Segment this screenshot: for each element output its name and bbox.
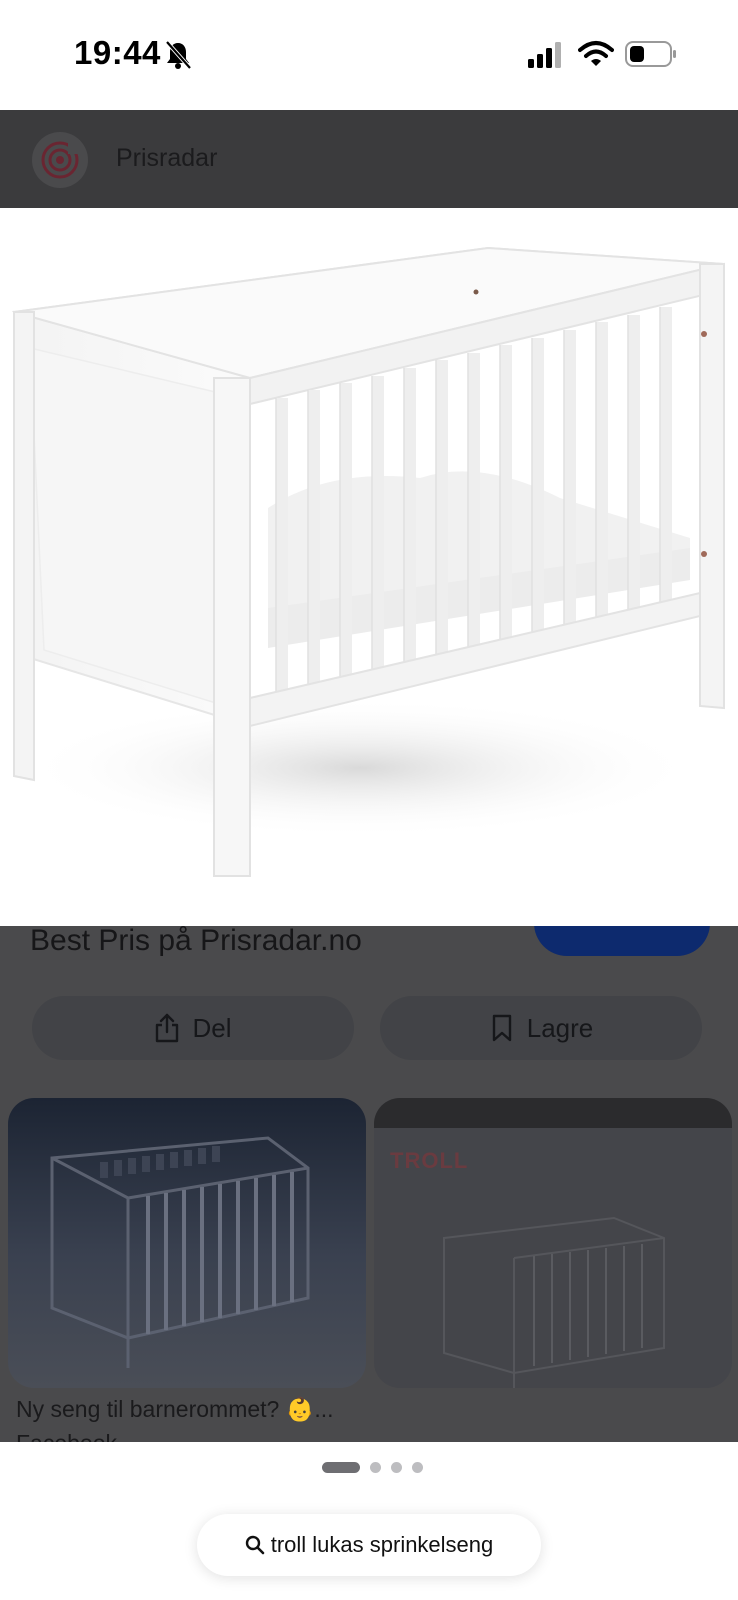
bookmark-icon — [492, 1014, 511, 1042]
site-name[interactable]: Prisradar — [116, 144, 217, 173]
page-dot[interactable] — [370, 1462, 381, 1473]
share-button-label: Del — [192, 1012, 232, 1043]
cellular-signal-icon — [528, 42, 561, 68]
crib-image — [443, 1216, 665, 1388]
save-button[interactable]: Lagre — [380, 996, 702, 1060]
bottom-bar: troll lukas sprinkelseng — [0, 1442, 738, 1600]
site-header: Prisradar — [0, 110, 738, 208]
result-thumbnail[interactable]: TROLL — [374, 1098, 732, 1388]
page-indicator[interactable] — [322, 1462, 423, 1473]
result-title[interactable]: Best Pris på Prisradar.no — [30, 924, 362, 958]
radar-icon — [32, 132, 88, 188]
result-caption[interactable]: Ny seng til barnerommet? 👶... — [16, 1396, 334, 1423]
bell-slash-icon — [165, 40, 192, 70]
share-icon — [156, 1013, 179, 1043]
page-dot[interactable] — [322, 1462, 360, 1473]
status-time: 19:44 — [74, 34, 161, 71]
search-query: troll lukas sprinkelseng — [270, 1532, 494, 1557]
save-button-label: Lagre — [526, 1012, 594, 1043]
product-image[interactable] — [0, 208, 738, 926]
search-pill[interactable]: troll lukas sprinkelseng — [197, 1514, 541, 1576]
crib-image — [50, 1136, 310, 1368]
page-dot[interactable] — [412, 1462, 423, 1473]
status-bar: 19:44 — [0, 0, 738, 110]
battery-icon — [625, 41, 676, 67]
share-button[interactable]: Del — [32, 996, 354, 1060]
crib-image — [12, 246, 725, 877]
search-icon — [245, 1535, 265, 1555]
page-dot[interactable] — [391, 1462, 402, 1473]
wifi-icon — [578, 41, 614, 66]
result-source: Facebook — [16, 1430, 117, 1442]
result-thumbnail[interactable] — [8, 1098, 366, 1388]
